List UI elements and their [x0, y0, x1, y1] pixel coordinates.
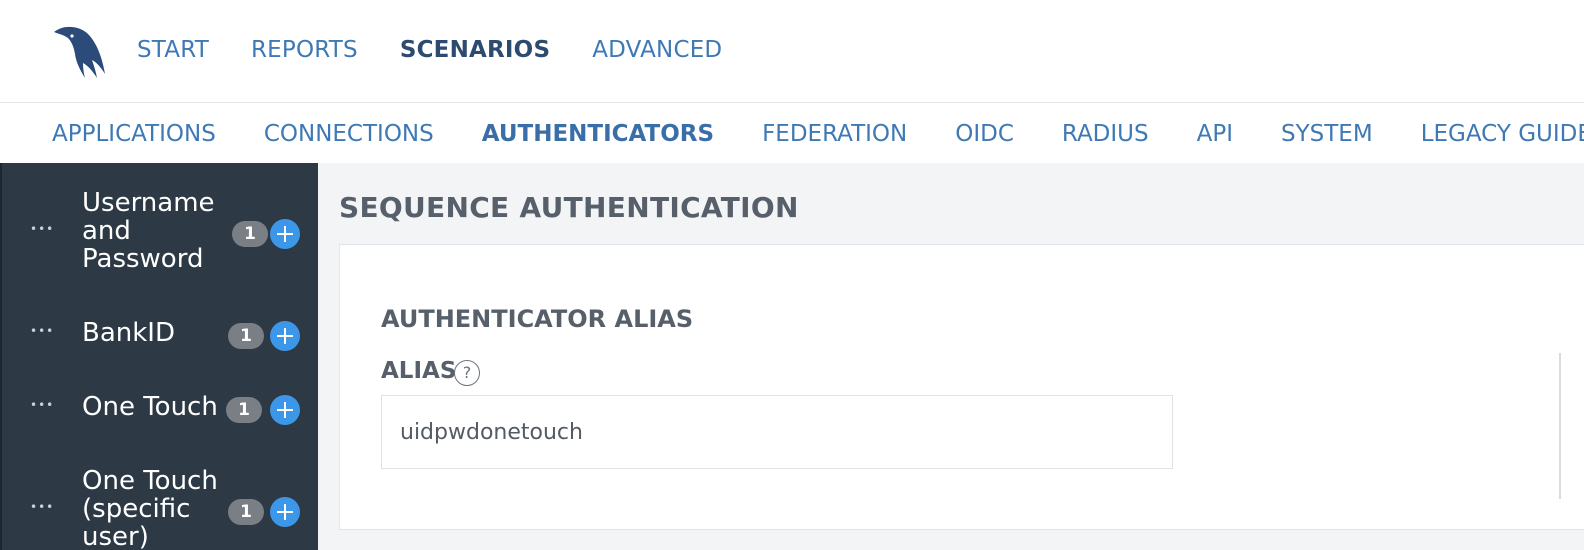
sidebar-item-username-password[interactable]: ••• Username and Password 1 [2, 189, 318, 279]
divider [1559, 353, 1561, 499]
topnav-advanced[interactable]: ADVANCED [592, 34, 722, 66]
tab-radius[interactable]: RADIUS [1062, 118, 1149, 150]
tab-connections[interactable]: CONNECTIONS [264, 118, 434, 150]
add-authenticator-button[interactable] [270, 395, 300, 425]
tab-api[interactable]: API [1197, 118, 1233, 150]
alias-label: ALIAS [381, 358, 457, 384]
page-title: SEQUENCE AUTHENTICATION [339, 191, 799, 224]
drag-handle-icon[interactable]: ••• [30, 223, 56, 235]
sidebar-item-one-touch-specific-user[interactable]: ••• One Touch (specific user) 1 [2, 467, 318, 550]
sidebar-item-label: BankID [82, 318, 175, 348]
count-badge: 1 [228, 499, 264, 525]
count-badge: 1 [228, 323, 264, 349]
alias-panel: AUTHENTICATOR ALIAS ALIAS ? [339, 244, 1584, 530]
top-nav: START REPORTS SCENARIOS ADVANCED [137, 34, 722, 66]
authenticator-sidebar: ••• Username and Password 1 ••• BankID 1… [0, 163, 318, 550]
sidebar-item-label: Username and Password [82, 188, 215, 274]
sidebar-item-bankid[interactable]: ••• BankID 1 [2, 319, 318, 355]
panel-subtitle: AUTHENTICATOR ALIAS [381, 305, 694, 333]
bird-logo-icon[interactable] [50, 22, 108, 80]
add-authenticator-button[interactable] [270, 321, 300, 351]
tab-system[interactable]: SYSTEM [1281, 118, 1373, 150]
count-badge: 1 [226, 397, 262, 423]
add-authenticator-button[interactable] [270, 219, 300, 249]
sub-nav: APPLICATIONS CONNECTIONS AUTHENTICATORS … [0, 104, 1584, 163]
sidebar-item-label: One Touch (specific user) [82, 466, 218, 550]
add-authenticator-button[interactable] [270, 497, 300, 527]
topnav-scenarios[interactable]: SCENARIOS [400, 34, 550, 66]
tab-oidc[interactable]: OIDC [955, 118, 1014, 150]
main-content: SEQUENCE AUTHENTICATION AUTHENTICATOR AL… [318, 163, 1584, 550]
drag-handle-icon[interactable]: ••• [30, 399, 56, 411]
tab-applications[interactable]: APPLICATIONS [52, 118, 216, 150]
topnav-reports[interactable]: REPORTS [251, 34, 358, 66]
tab-federation[interactable]: FEDERATION [762, 118, 907, 150]
count-badge: 1 [232, 221, 268, 247]
sidebar-item-label: One Touch [82, 392, 218, 422]
help-icon[interactable]: ? [454, 360, 480, 386]
drag-handle-icon[interactable]: ••• [30, 325, 56, 337]
top-header: START REPORTS SCENARIOS ADVANCED [0, 0, 1584, 103]
alias-input[interactable] [381, 395, 1173, 469]
drag-handle-icon[interactable]: ••• [30, 501, 56, 513]
sidebar-item-one-touch[interactable]: ••• One Touch 1 [2, 393, 318, 429]
tab-authenticators[interactable]: AUTHENTICATORS [482, 118, 714, 150]
tab-legacy-guides[interactable]: LEGACY GUIDES [1421, 118, 1584, 150]
topnav-start[interactable]: START [137, 34, 209, 66]
